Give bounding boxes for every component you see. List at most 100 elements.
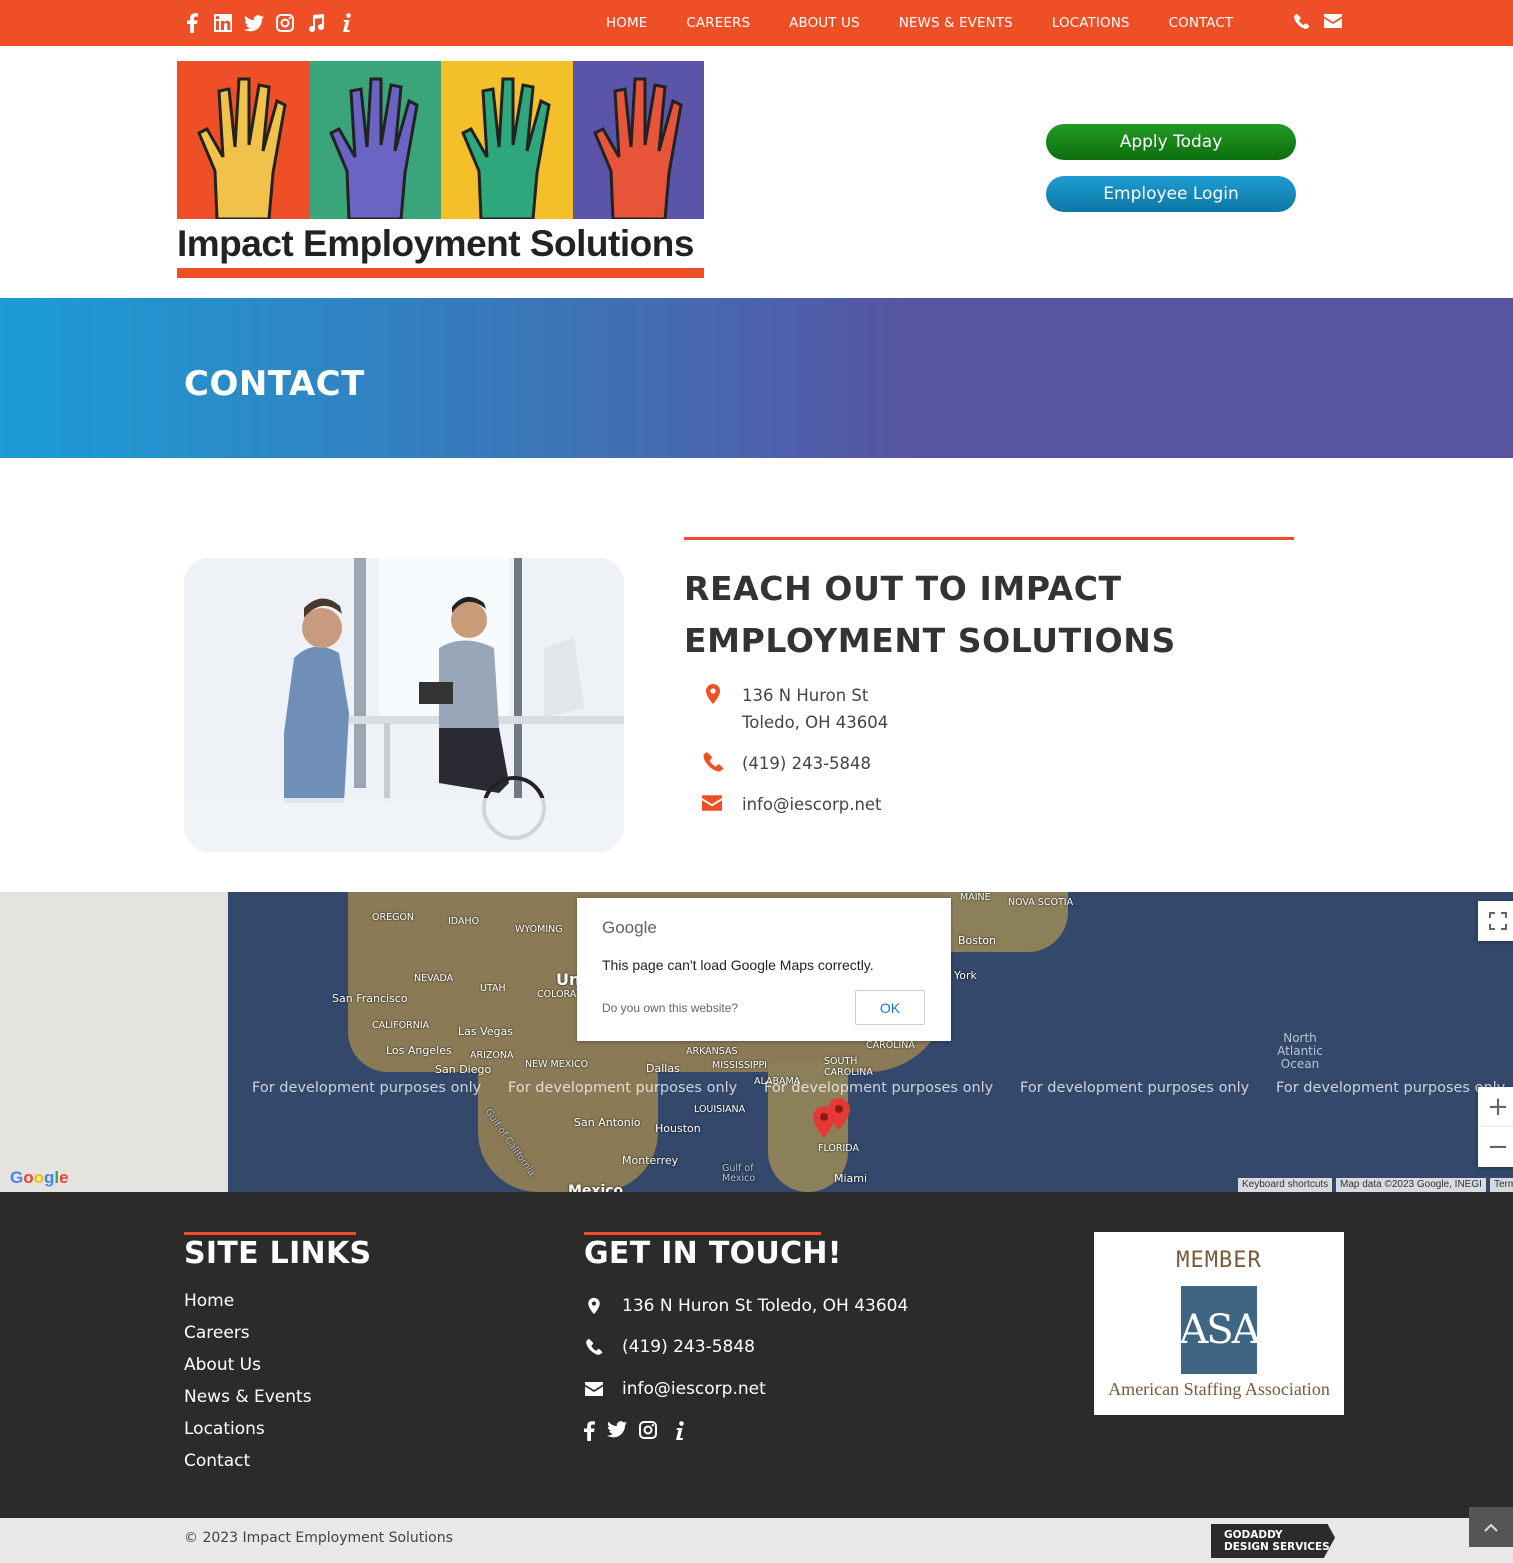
info-icon[interactable] [336,12,357,34]
godaddy-badge[interactable]: GODADDY DESIGN SERVICES [1211,1524,1335,1558]
envelope-icon [702,792,724,814]
map-label: Gulf of Mexico [722,1163,756,1184]
map-label: IDAHO [448,916,480,927]
header-contact-icons [1293,13,1342,34]
nav-news-events[interactable]: NEWS & EVENTS [899,15,1013,31]
apply-today-button[interactable]: Apply Today [1046,124,1296,160]
main-nav: HOME CAREERS ABOUT US NEWS & EVENTS LOCA… [606,0,1272,46]
map-label: Mexico [568,1183,624,1192]
map-marker-icon[interactable] [828,1098,850,1130]
asa-member-badge[interactable]: MEMBER ASA American Staffing Association [1094,1232,1344,1415]
twitter-icon[interactable] [607,1421,627,1445]
keyboard-shortcuts-link[interactable]: Keyboard shortcuts [1238,1178,1333,1192]
dialog-brand: Google [602,918,657,937]
phone-icon [584,1337,604,1357]
map-label: Houston [655,1122,701,1135]
facebook-icon[interactable] [583,1421,595,1445]
copyright-bar: © 2023 Impact Employment Solutions GODAD… [0,1518,1513,1563]
scroll-to-top-button[interactable] [1469,1507,1513,1547]
map-label: ARKANSAS [686,1046,738,1057]
dialog-ok-button[interactable]: OK [855,990,925,1025]
map-label: MAINE [960,892,991,903]
map-label: CALIFORNIA [372,1020,430,1031]
employee-login-button[interactable]: Employee Login [1046,176,1296,212]
company-logo[interactable]: Impact Employment Solutions [177,61,704,279]
zoom-out-button[interactable]: − [1478,1127,1513,1167]
address-line1: 136 N Huron St [742,686,869,705]
nav-careers[interactable]: CAREERS [686,15,750,31]
info-icon[interactable] [675,1421,685,1445]
section-divider [684,537,1294,540]
terms-link[interactable]: Term [1490,1178,1513,1192]
map-label: SOUTH CAROLINA [824,1056,873,1078]
footer-address: 136 N Huron St Toledo, OH 43604 [584,1296,908,1316]
zoom-in-button[interactable]: + [1478,1087,1513,1127]
map-label: NOVA SCOTIA [1008,897,1074,908]
contact-address: 136 N Huron St Toledo, OH 43604 [702,682,888,736]
instagram-icon[interactable] [274,12,295,34]
logo-wordmark: Impact Employment Solutions [177,223,694,264]
instagram-icon[interactable] [639,1421,657,1445]
contact-heading: REACH OUT TO IMPACT EMPLOYMENT SOLUTIONS [684,563,1304,667]
map-label: OREGON [372,912,415,923]
phone-icon[interactable] [1293,13,1310,34]
godaddy-line1: GODADDY [1224,1529,1283,1541]
office-meeting-photo [184,558,624,852]
map-label: San Francisco [332,992,408,1005]
footer-link-contact[interactable]: Contact [184,1451,250,1471]
footer-phone: (419) 243-5848 [584,1337,755,1357]
dev-watermark: For development purposes only [764,1080,994,1096]
contact-heading-line1: REACH OUT TO IMPACT [684,569,1122,608]
logo-hand-panel-green [309,61,441,219]
godaddy-line2: DESIGN SERVICES [1224,1541,1330,1553]
linkedin-icon[interactable] [212,12,233,34]
dev-watermark: For development purposes only [252,1080,482,1096]
footer-email-link[interactable]: info@iescorp.net [622,1379,766,1399]
contact-email: info@iescorp.net [702,791,882,818]
facebook-icon[interactable] [181,12,202,34]
map-label: San Diego [435,1063,492,1076]
address-line2: Toledo, OH 43604 [742,713,889,732]
map-label: CAROLINA [866,1040,915,1051]
nav-contact[interactable]: CONTACT [1169,15,1234,31]
fullscreen-button[interactable] [1478,901,1513,941]
footer-link-locations[interactable]: Locations [184,1419,265,1439]
google-logo[interactable]: Google [10,1168,69,1188]
music-note-icon[interactable] [305,12,326,34]
contact-email-link[interactable]: info@iescorp.net [742,791,882,818]
logo-stripe [177,268,704,278]
map-label: Las Vegas [458,1025,513,1038]
map-label: North Atlantic Ocean [1277,1031,1323,1071]
footer-link-about-us[interactable]: About Us [184,1355,261,1375]
own-website-link[interactable]: Do you own this website? [602,1001,738,1015]
get-in-touch-title: GET IN TOUCH! [584,1236,842,1271]
map-label: Miami [834,1172,868,1185]
envelope-icon[interactable] [1324,13,1342,34]
nav-home[interactable]: HOME [606,15,647,31]
nav-about-us[interactable]: ABOUT US [789,15,860,31]
nav-locations[interactable]: LOCATIONS [1052,15,1130,31]
footer-social-links [583,1421,685,1445]
map-label: Dallas [646,1062,680,1075]
map-label: LOUISIANA [694,1104,746,1115]
copyright-text: © 2023 Impact Employment Solutions [184,1530,453,1546]
map-label: NEVADA [414,973,454,984]
logo-hand-panel-orange [177,61,309,219]
map-label: ARIZONA [470,1050,514,1061]
twitter-icon[interactable] [243,12,264,34]
contact-heading-line2: EMPLOYMENT SOLUTIONS [684,621,1176,660]
footer-link-home[interactable]: Home [184,1291,234,1311]
footer-link-news-events[interactable]: News & Events [184,1387,312,1407]
footer-phone-link[interactable]: (419) 243-5848 [622,1337,755,1357]
map-label: Los Angeles [386,1044,452,1057]
map-label: WYOMING [515,924,563,935]
fullscreen-icon [1489,912,1507,930]
dialog-message: This page can't load Google Maps correct… [602,957,874,973]
footer-link-careers[interactable]: Careers [184,1323,250,1343]
contact-phone-link[interactable]: (419) 243-5848 [742,750,871,777]
page-hero: CONTACT [0,298,1513,458]
map-label: COLORA [537,989,577,1000]
phone-icon [702,751,724,773]
envelope-icon [584,1379,604,1399]
map-label: Monterrey [622,1154,679,1167]
